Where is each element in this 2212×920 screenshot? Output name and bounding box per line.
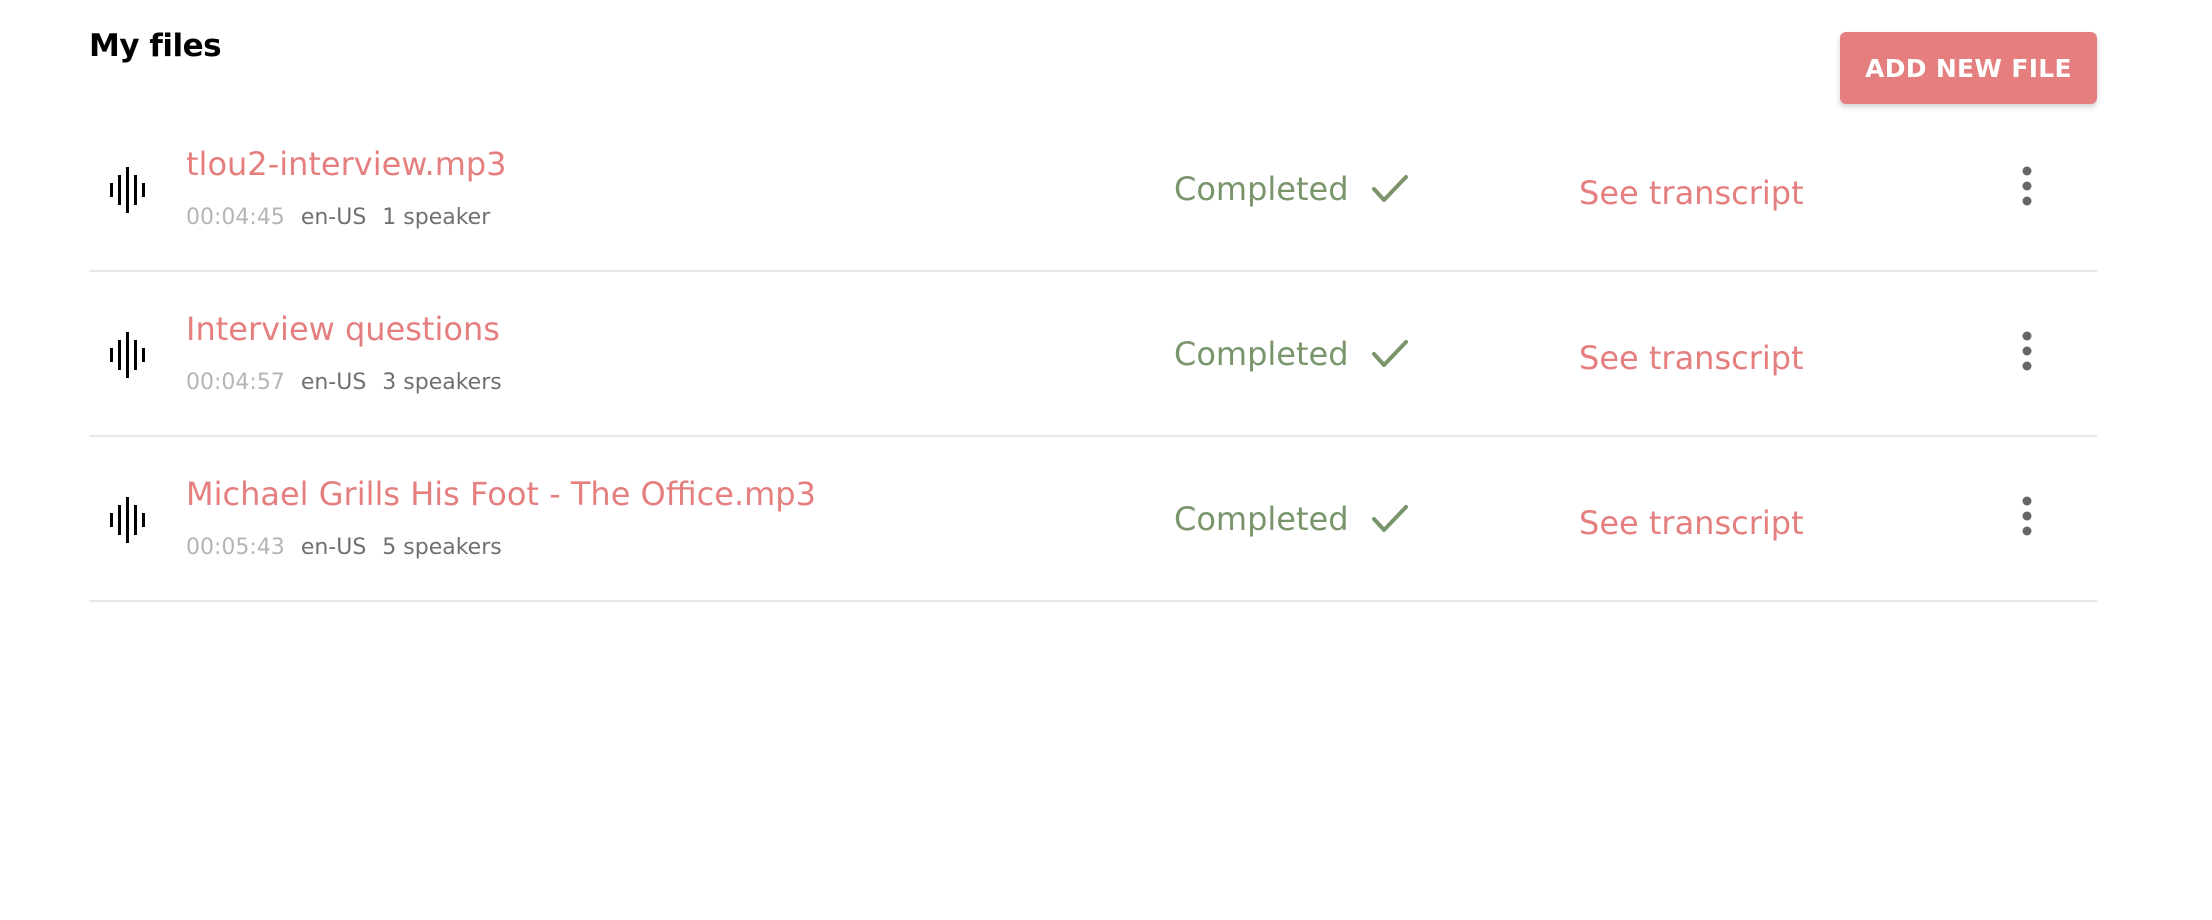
file-meta: 00:04:57 en-US 3 speakers: [186, 370, 502, 395]
audio-waveform-icon: [110, 332, 145, 378]
file-meta: 00:04:45 en-US 1 speaker: [186, 205, 490, 230]
status-indicator: Completed: [1174, 335, 1409, 373]
file-language: en-US: [300, 205, 367, 230]
status-text: Completed: [1174, 500, 1349, 538]
more-options-icon[interactable]: [2019, 330, 2035, 372]
audio-waveform-icon: [110, 497, 145, 543]
status-indicator: Completed: [1174, 500, 1409, 538]
file-language: en-US: [300, 370, 367, 395]
more-options-icon[interactable]: [2019, 495, 2035, 537]
file-row: tlou2-interview.mp3 00:04:45 en-US 1 spe…: [89, 107, 2097, 272]
see-transcript-link[interactable]: See transcript: [1579, 504, 1804, 542]
file-speakers: 1 speaker: [382, 205, 491, 230]
file-language: en-US: [300, 535, 367, 560]
checkmark-icon: [1371, 175, 1408, 202]
file-meta: 00:05:43 en-US 5 speakers: [186, 535, 502, 560]
status-text: Completed: [1174, 335, 1349, 373]
file-name-link[interactable]: tlou2-interview.mp3: [186, 145, 507, 183]
file-speakers: 3 speakers: [382, 370, 502, 395]
see-transcript-link[interactable]: See transcript: [1579, 339, 1804, 377]
file-speakers: 5 speakers: [382, 535, 502, 560]
file-name-link[interactable]: Interview questions: [186, 310, 500, 348]
page-title: My files: [89, 28, 222, 64]
checkmark-icon: [1371, 505, 1408, 532]
audio-waveform-icon: [110, 167, 145, 213]
file-list: tlou2-interview.mp3 00:04:45 en-US 1 spe…: [89, 107, 2097, 602]
see-transcript-link[interactable]: See transcript: [1579, 174, 1804, 212]
file-duration: 00:04:45: [186, 205, 285, 230]
file-row: Michael Grills His Foot - The Office.mp3…: [89, 437, 2097, 602]
file-duration: 00:04:57: [186, 370, 285, 395]
more-options-icon[interactable]: [2019, 165, 2035, 207]
add-new-file-button[interactable]: ADD NEW FILE: [1840, 32, 2097, 104]
status-text: Completed: [1174, 170, 1349, 208]
checkmark-icon: [1371, 340, 1408, 367]
status-indicator: Completed: [1174, 170, 1409, 208]
file-row: Interview questions 00:04:57 en-US 3 spe…: [89, 272, 2097, 437]
file-name-link[interactable]: Michael Grills His Foot - The Office.mp3: [186, 475, 816, 513]
file-duration: 00:05:43: [186, 535, 285, 560]
